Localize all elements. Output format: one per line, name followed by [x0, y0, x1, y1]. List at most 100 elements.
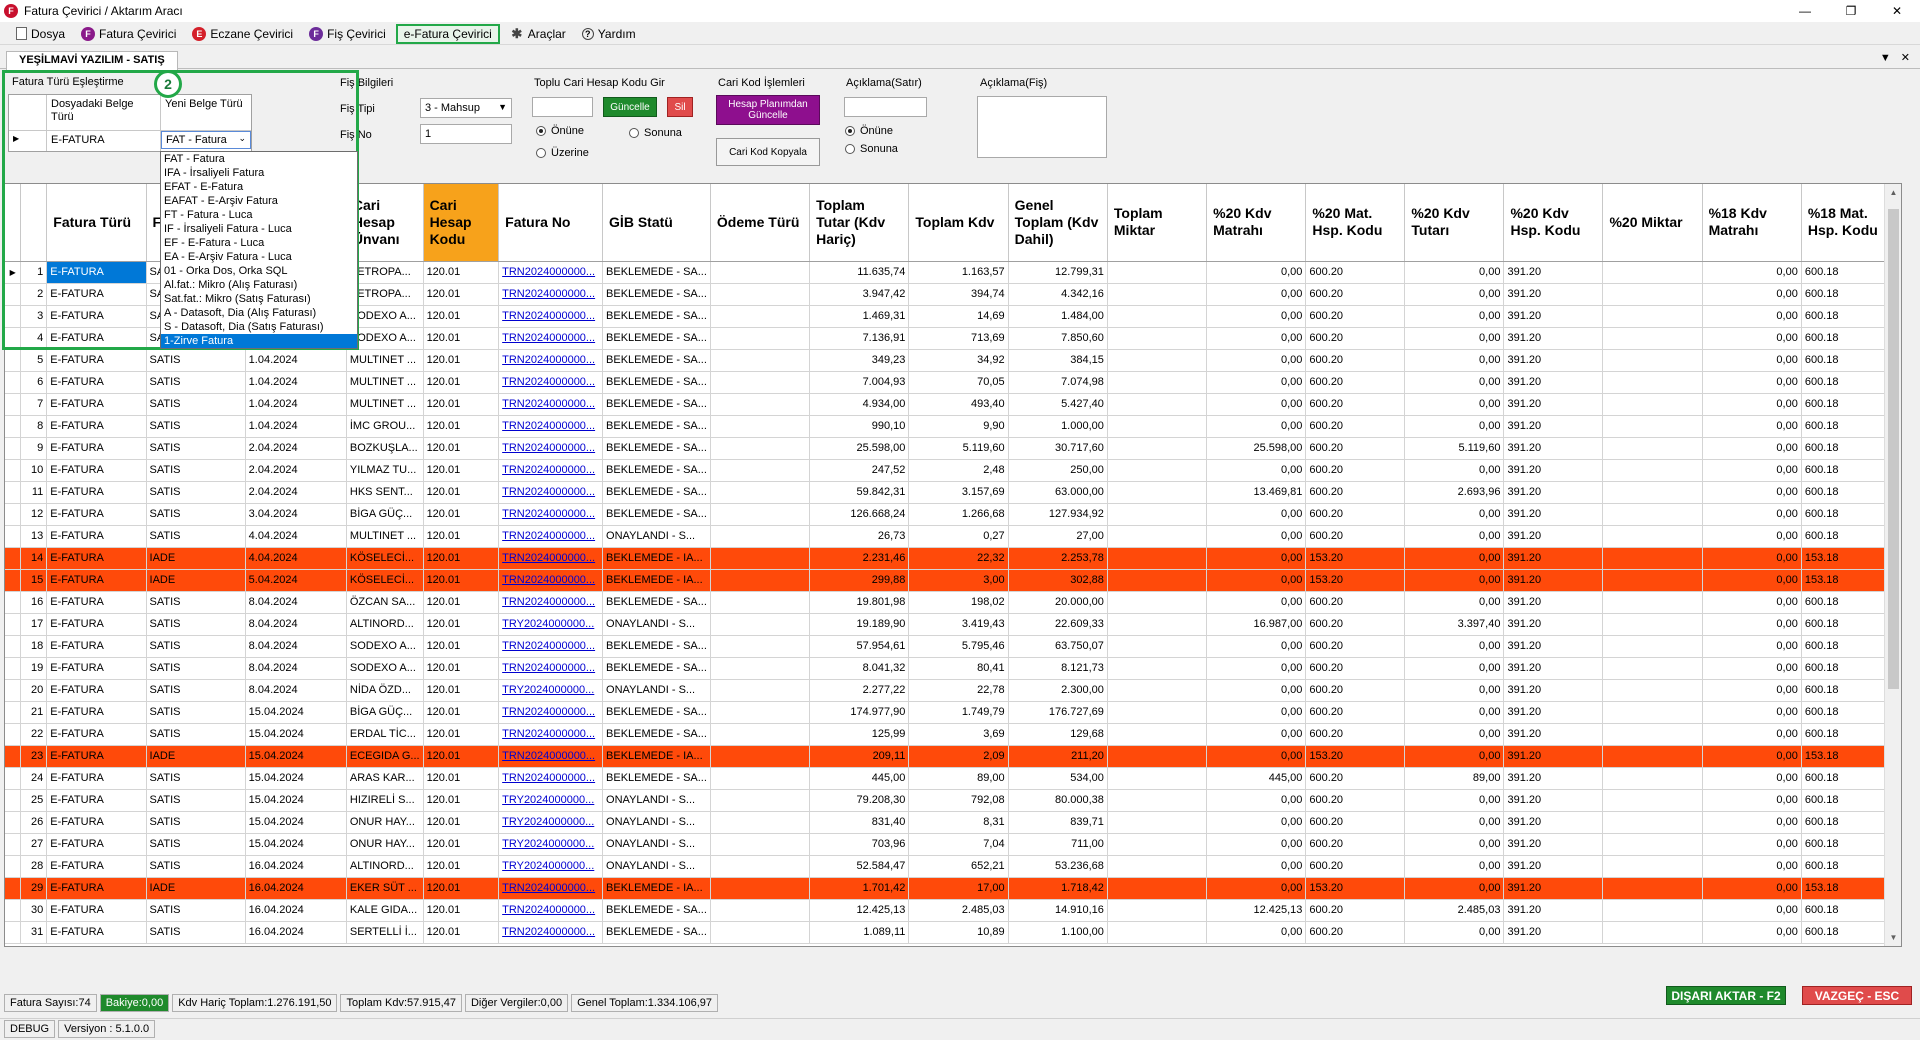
column-header[interactable]: Ödeme Türü [710, 184, 811, 262]
cell-no[interactable]: TRN2024000000... [498, 415, 604, 438]
aciklama-radio-onune[interactable]: Önüne [845, 125, 893, 137]
maximize-icon[interactable]: ❐ [1828, 0, 1874, 22]
dropdown-option[interactable]: Al.fat.: Mikro (Alış Faturası) [161, 278, 357, 292]
mapping-target-select[interactable]: FAT - Fatura ⌄ [161, 131, 251, 149]
table-row[interactable]: 7 E-FATURA SATIS 1.04.2024 MULTINET ... 120.0… [5, 393, 1901, 416]
cell-no[interactable]: TRN2024000000... [498, 569, 604, 592]
cell-no[interactable]: TRY2024000000... [498, 811, 604, 834]
cell-no[interactable]: TRN2024000000... [498, 481, 604, 504]
minimize-icon[interactable]: — [1782, 0, 1828, 22]
export-button[interactable]: DIŞARI AKTAR - F2 [1666, 986, 1786, 1005]
tab-close-icon[interactable]: ✕ [1901, 52, 1910, 64]
column-header[interactable]: Toplam Kdv [908, 184, 1009, 262]
menu-efatura-cevirici[interactable]: e-Fatura Çevirici [395, 23, 500, 44]
dropdown-option[interactable]: EA - E-Arşiv Fatura - Luca [161, 250, 357, 264]
dropdown-option[interactable]: EAFAT - E-Arşiv Fatura [161, 194, 357, 208]
column-header[interactable]: %18 Kdv Matrahı [1702, 184, 1802, 262]
cell-no[interactable]: TRN2024000000... [498, 921, 604, 944]
scroll-up-icon[interactable]: ▲ [1885, 184, 1901, 201]
table-row[interactable]: 5 E-FATURA SATIS 1.04.2024 MULTINET ... 120.0… [5, 349, 1901, 372]
radio-uzerine[interactable]: Üzerine [536, 147, 589, 159]
cell-no[interactable]: TRN2024000000... [498, 459, 604, 482]
cell-no[interactable]: TRY2024000000... [498, 679, 604, 702]
radio-sonuna[interactable]: Sonuna [629, 127, 682, 139]
dropdown-option[interactable]: Sat.fat.: Mikro (Satış Faturası) [161, 292, 357, 306]
menu-eczane-cevirici[interactable]: E Eczane Çevirici [186, 24, 299, 44]
toplu-sil-button[interactable]: Sil [667, 97, 693, 117]
column-header[interactable]: GİB Statü [602, 184, 711, 262]
aciklama-fis-textarea[interactable] [977, 96, 1107, 158]
table-row[interactable]: 19 E-FATURA SATIS 8.04.2024 SODEXO A... 120.0… [5, 657, 1901, 680]
scroll-thumb[interactable] [1888, 209, 1899, 689]
toplu-cari-input[interactable] [532, 97, 593, 117]
cell-no[interactable]: TRN2024000000... [498, 657, 604, 680]
table-row[interactable]: 17 E-FATURA SATIS 8.04.2024 ALTINORD... 120.0… [5, 613, 1901, 636]
cell-no[interactable]: TRN2024000000... [498, 503, 604, 526]
cell-no[interactable]: TRY2024000000... [498, 613, 604, 636]
column-header[interactable]: %20 Mat. Hsp. Kodu [1305, 184, 1406, 262]
aciklama-satir-input[interactable] [844, 97, 927, 117]
column-header[interactable]: %20 Kdv Tutarı [1404, 184, 1505, 262]
cell-no[interactable]: TRN2024000000... [498, 877, 604, 900]
menu-fatura-cevirici[interactable]: F Fatura Çevirici [75, 24, 182, 44]
cell-no[interactable]: TRY2024000000... [498, 855, 604, 878]
cell-no[interactable]: TRN2024000000... [498, 327, 604, 350]
toplu-guncelle-button[interactable]: Güncelle [603, 97, 657, 117]
table-row[interactable]: 18 E-FATURA SATIS 8.04.2024 SODEXO A... 120.0… [5, 635, 1901, 658]
dropdown-option[interactable]: IFA - İrsaliyeli Fatura [161, 166, 357, 180]
menu-yardim[interactable]: ? Yardım [576, 24, 642, 44]
table-row[interactable]: 29 E-FATURA IADE 16.04.2024 EKER SÜT ... 120.… [5, 877, 1901, 900]
cancel-button[interactable]: VAZGEÇ - ESC [1802, 986, 1912, 1005]
dropdown-option[interactable]: EFAT - E-Fatura [161, 180, 357, 194]
column-header[interactable]: Fatura No [498, 184, 604, 262]
column-header[interactable]: Genel Toplam (Kdv Dahil) [1008, 184, 1108, 262]
dropdown-option[interactable]: 01 - Orka Dos, Orka SQL [161, 264, 357, 278]
dropdown-option[interactable]: EF - E-Fatura - Luca [161, 236, 357, 250]
aciklama-radio-sonuna[interactable]: Sonuna [845, 143, 898, 155]
table-row[interactable]: 13 E-FATURA SATIS 4.04.2024 MULTINET ... 120.… [5, 525, 1901, 548]
cell-no[interactable]: TRN2024000000... [498, 635, 604, 658]
column-header[interactable]: %20 Kdv Hsp. Kodu [1503, 184, 1604, 262]
menu-fis-cevirici[interactable]: F Fiş Çevirici [303, 24, 392, 44]
table-row[interactable]: 21 E-FATURA SATIS 15.04.2024 BİGA GÜÇ... 120.… [5, 701, 1901, 724]
grid-vertical-scrollbar[interactable]: ▲ ▼ [1884, 184, 1901, 946]
cell-no[interactable]: TRN2024000000... [498, 767, 604, 790]
fis-tipi-select[interactable]: 3 - Mahsup ▼ [420, 98, 512, 118]
table-row[interactable]: 25 E-FATURA SATIS 15.04.2024 HIZIRELİ S... 12… [5, 789, 1901, 812]
close-icon[interactable]: ✕ [1874, 0, 1920, 22]
cell-no[interactable]: TRN2024000000... [498, 547, 604, 570]
dropdown-option[interactable]: FT - Fatura - Luca [161, 208, 357, 222]
menu-dosya[interactable]: Dosya [10, 24, 71, 44]
cell-no[interactable]: TRN2024000000... [498, 437, 604, 460]
dropdown-option[interactable]: FAT - Fatura [161, 152, 357, 166]
cell-no[interactable]: TRN2024000000... [498, 371, 604, 394]
cell-no[interactable]: TRN2024000000... [498, 349, 604, 372]
cari-kod-kopyala-button[interactable]: Cari Kod Kopyala [716, 138, 820, 166]
tab-satis[interactable]: YEŞİLMAVİ YAZILIM - SATIŞ [6, 51, 178, 70]
table-row[interactable]: 28 E-FATURA SATIS 16.04.2024 ALTINORD... 120.… [5, 855, 1901, 878]
table-row[interactable]: 16 E-FATURA SATIS 8.04.2024 ÖZCAN SA... 120.0… [5, 591, 1901, 614]
fis-no-input[interactable]: 1 [420, 124, 512, 144]
cell-no[interactable]: TRY2024000000... [498, 833, 604, 856]
table-row[interactable]: 31 E-FATURA SATIS 16.04.2024 SERTELLİ İ... 12… [5, 921, 1901, 944]
menu-araclar[interactable]: ✱ Araçlar [504, 24, 572, 44]
column-header[interactable]: Toplam Miktar [1107, 184, 1208, 262]
cell-no[interactable]: TRN2024000000... [498, 723, 604, 746]
dropdown-option[interactable]: IF - İrsaliyeli Fatura - Luca [161, 222, 357, 236]
table-row[interactable]: 8 E-FATURA SATIS 1.04.2024 İMC GROU... 120.01… [5, 415, 1901, 438]
table-row[interactable]: 26 E-FATURA SATIS 15.04.2024 ONUR HAY... 120.… [5, 811, 1901, 834]
cell-no[interactable]: TRN2024000000... [498, 525, 604, 548]
column-header[interactable]: Toplam Tutar (Kdv Hariç) [809, 184, 910, 262]
cell-no[interactable]: TRN2024000000... [498, 261, 604, 284]
cell-no[interactable]: TRN2024000000... [498, 305, 604, 328]
hesap-plani-guncelle-button[interactable]: Hesap Planımdan Güncelle [716, 95, 820, 125]
cell-no[interactable]: TRN2024000000... [498, 591, 604, 614]
radio-onune[interactable]: Önüne [536, 125, 584, 137]
table-row[interactable]: 6 E-FATURA SATIS 1.04.2024 MULTINET ... 120.0… [5, 371, 1901, 394]
column-header[interactable]: Cari Hesap Kodu [423, 184, 500, 262]
table-row[interactable]: 14 E-FATURA IADE 4.04.2024 KÖSELECİ... 120.01… [5, 547, 1901, 570]
cell-no[interactable]: TRN2024000000... [498, 393, 604, 416]
table-row[interactable]: 15 E-FATURA IADE 5.04.2024 KÖSELECİ... 120.01… [5, 569, 1901, 592]
table-row[interactable]: 23 E-FATURA IADE 15.04.2024 ECEGIDA G... 120.… [5, 745, 1901, 768]
cell-no[interactable]: TRN2024000000... [498, 701, 604, 724]
